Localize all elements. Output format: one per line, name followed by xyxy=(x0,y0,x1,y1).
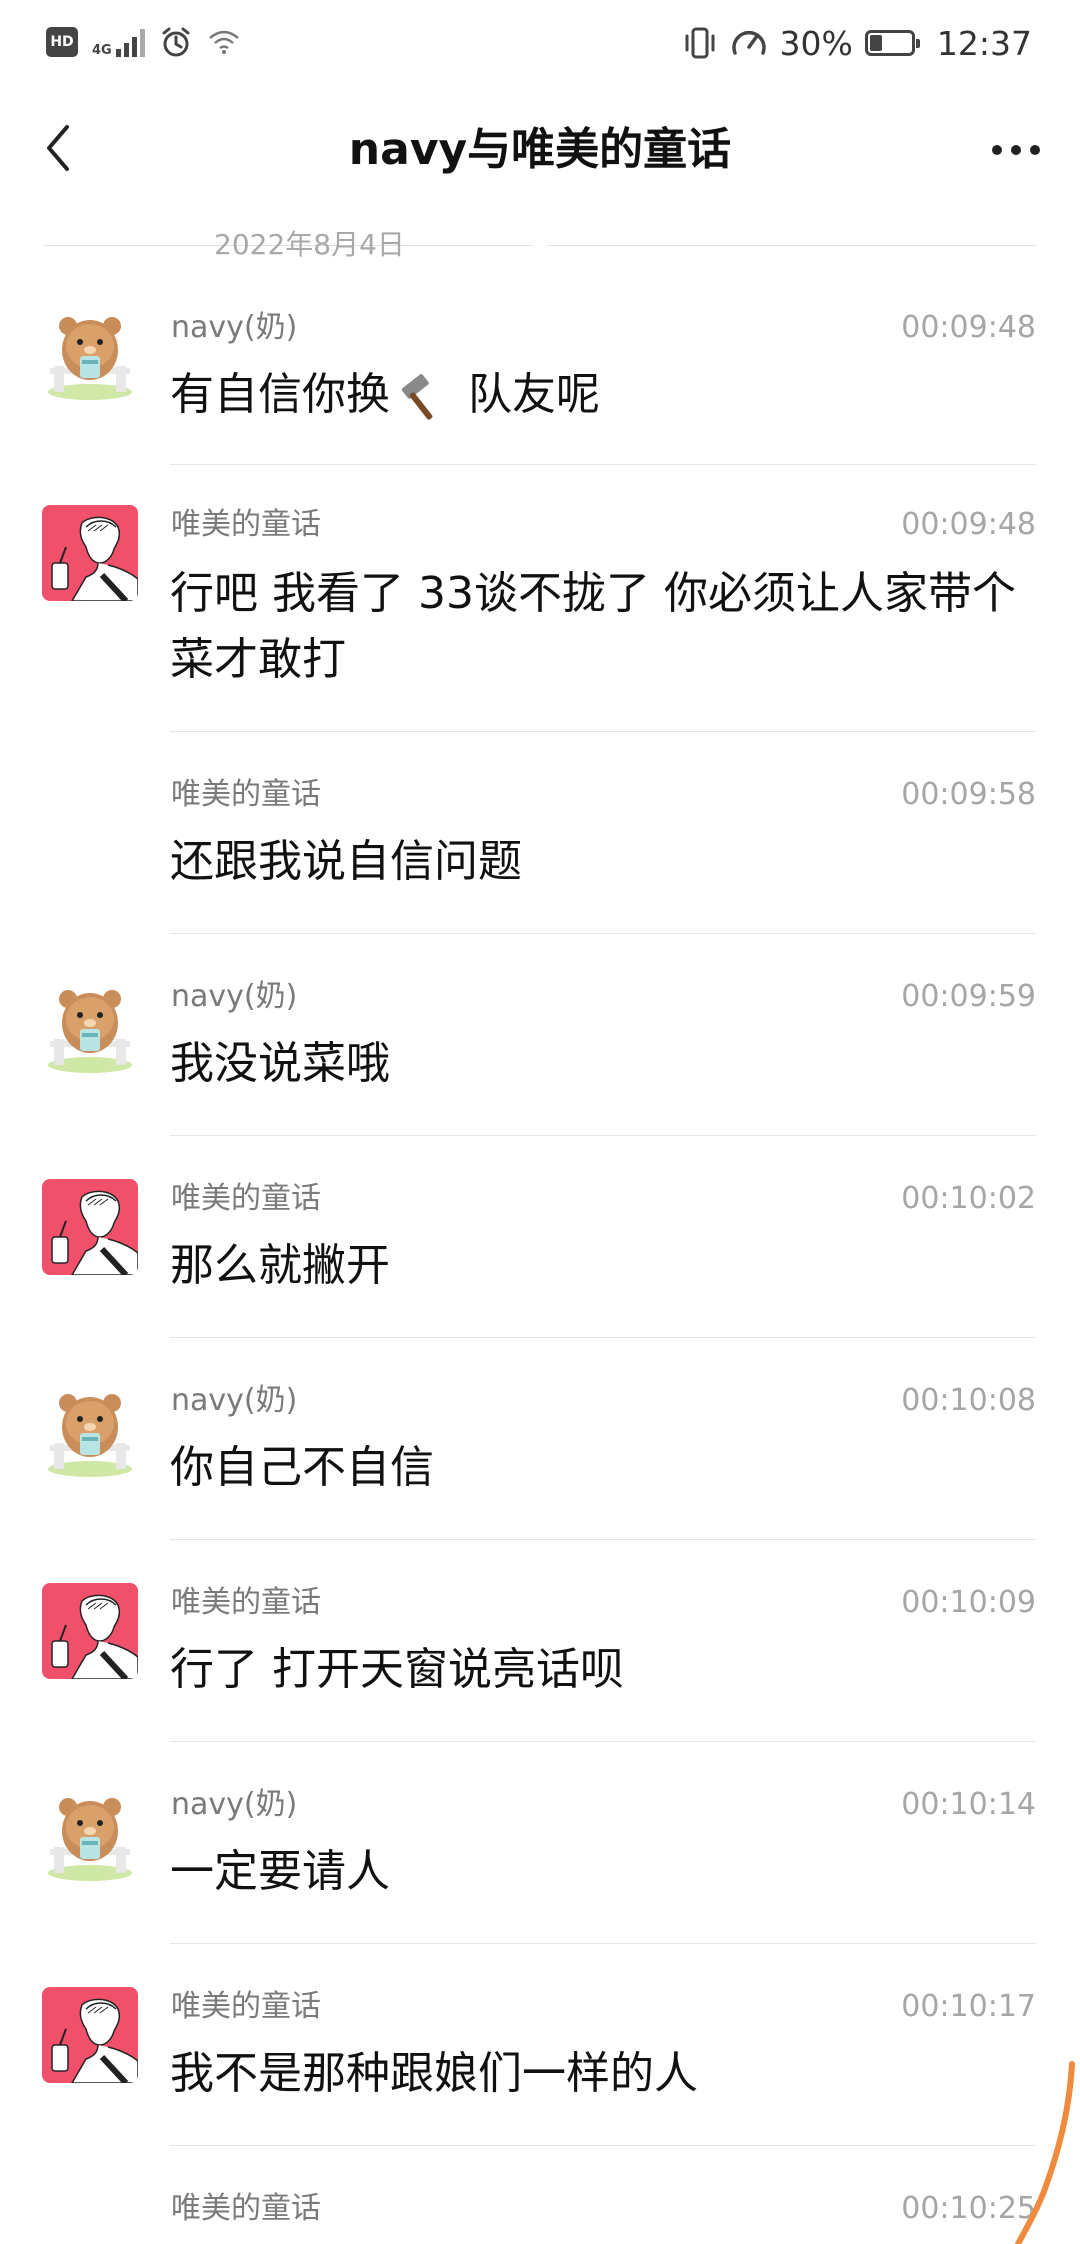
message-text: 我没说菜哦 xyxy=(170,1038,390,1089)
wifi-icon xyxy=(208,30,239,54)
sender-name: 唯美的童话 xyxy=(171,777,321,812)
sketch-avatar[interactable] xyxy=(42,1583,138,1679)
speedometer-icon xyxy=(731,30,766,55)
status-bar: HD 4G 30% 12:37 xyxy=(0,0,1080,86)
message-time: 00:10:14 xyxy=(901,1787,1036,1822)
hammer-emoji xyxy=(401,374,433,420)
sender-name: navy(奶) xyxy=(171,310,298,345)
message-time: 00:10:02 xyxy=(901,1181,1036,1216)
message-text: 有自信你换 队友呢 xyxy=(170,362,1020,428)
hd-badge: HD xyxy=(46,27,78,57)
message-text: 你自己不自信 xyxy=(170,1442,434,1493)
signal-icon xyxy=(115,27,145,57)
message-time: 00:10:08 xyxy=(901,1383,1036,1418)
sender-name: 唯美的童话 xyxy=(171,1989,321,2024)
message-text: 还跟我说自信问题 xyxy=(170,836,522,887)
sender-name: 唯美的童话 xyxy=(171,1181,321,1216)
sender-name: navy(奶) xyxy=(171,1787,298,1822)
message-time: 00:09:48 xyxy=(901,507,1036,542)
battery-percent: 30% xyxy=(779,23,853,63)
message-text: 行了 打开天窗说亮话呗 xyxy=(170,1644,624,1695)
sender-name: navy(奶) xyxy=(171,1383,298,1418)
sender-name: 唯美的童话 xyxy=(171,1585,321,1620)
bear-avatar[interactable] xyxy=(42,1787,138,1883)
more-dots-icon xyxy=(992,145,1002,155)
message-item[interactable]: 唯美的童话 00:09:48 行吧 我看了 33谈不拢了 你必须让人家带个菜才敢… xyxy=(0,505,1080,732)
date-divider: 2022年8月4日 xyxy=(44,220,1036,270)
network-indicator: 4G xyxy=(92,27,145,57)
message-item[interactable]: navy(奶) 00:10:14 一定要请人 xyxy=(0,1785,1080,1944)
message-time: 00:10:09 xyxy=(901,1585,1036,1620)
message-item[interactable]: 唯美的童话 00:10:02 那么就撇开 xyxy=(0,1179,1080,1338)
message-time: 00:09:58 xyxy=(901,777,1036,812)
network-label: 4G xyxy=(92,43,112,58)
message-item[interactable]: 唯美的童话 00:10:09 行了 打开天窗说亮话呗 xyxy=(0,1583,1080,1742)
message-time: 00:09:48 xyxy=(901,310,1036,345)
message-text: 我不是那种跟娘们一样的人 xyxy=(170,2048,698,2099)
message-text: 一定要请人 xyxy=(170,1846,390,1897)
message-item[interactable]: navy(奶) 00:10:08 你自己不自信 xyxy=(0,1381,1080,1540)
more-options-button[interactable] xyxy=(976,122,1056,178)
message-item[interactable]: 唯美的童话 00:09:58 还跟我说自信问题 xyxy=(0,775,1080,934)
chat-header: navy与唯美的童话 xyxy=(0,100,1080,200)
vibrate-icon xyxy=(685,27,715,59)
bear-avatar[interactable] xyxy=(42,306,138,402)
date-label: 2022年8月4日 xyxy=(214,228,405,261)
sketch-avatar[interactable] xyxy=(42,1179,138,1275)
status-right: 30% 12:37 xyxy=(682,18,1032,68)
battery-icon xyxy=(864,30,920,56)
bear-avatar[interactable] xyxy=(42,1383,138,1479)
sender-name: 唯美的童话 xyxy=(171,507,321,542)
sketch-avatar[interactable] xyxy=(42,1987,138,2083)
message-item[interactable]: navy(奶) 00:09:48 有自信你换 队友呢 xyxy=(0,302,1080,465)
message-text: 行吧 我看了 33谈不拢了 你必须让人家带个菜才敢打 xyxy=(170,568,1016,685)
sender-name: navy(奶) xyxy=(171,979,298,1014)
bear-avatar[interactable] xyxy=(42,979,138,1075)
sketch-avatar[interactable] xyxy=(42,505,138,601)
message-item[interactable]: 唯美的童话 00:10:17 我不是那种跟娘们一样的人 xyxy=(0,1987,1080,2146)
alarm-icon xyxy=(162,27,190,57)
message-item[interactable]: 唯美的童话 00:10:25 xyxy=(0,2189,1080,2244)
annotation-stroke xyxy=(1015,2061,1075,2244)
status-left: HD 4G xyxy=(46,22,241,62)
message-item[interactable]: navy(奶) 00:09:59 我没说菜哦 xyxy=(0,977,1080,1136)
message-time: 00:10:17 xyxy=(901,1989,1036,2024)
page-title: navy与唯美的童话 xyxy=(348,124,732,175)
message-time: 00:09:59 xyxy=(901,979,1036,1014)
message-text: 那么就撇开 xyxy=(170,1240,390,1291)
clock: 12:37 xyxy=(936,23,1032,63)
sender-name: 唯美的童话 xyxy=(171,2191,321,2226)
